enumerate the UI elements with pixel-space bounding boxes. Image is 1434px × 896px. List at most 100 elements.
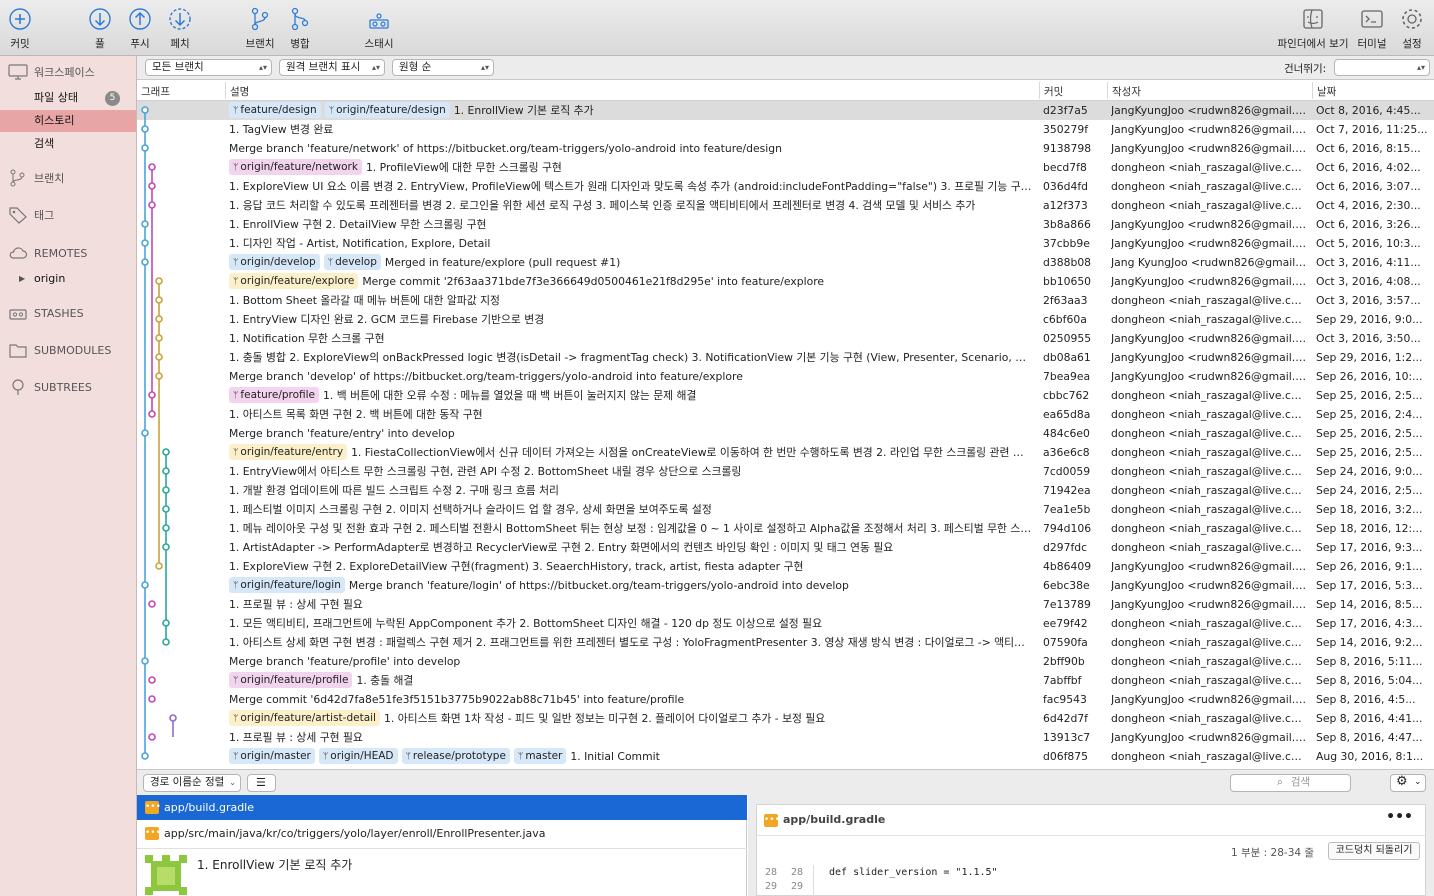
subtrees-section[interactable]: SUBTREES [8, 378, 92, 396]
commit-row[interactable]: 1. 아티스트 목록 화면 구현 2. 백 버튼에 대한 동작 구현 ea65d8… [137, 405, 1434, 424]
sidebar-item-search[interactable]: 검색 [0, 133, 136, 155]
commit-row[interactable]: ᛘ origin/feature/explore Merge commit '2f6… [137, 272, 1434, 291]
branch-icon: ᛘ [328, 106, 335, 116]
commit-row[interactable]: ᛘ feature/design ᛘ origin/feature/design 1. … [137, 101, 1434, 120]
fetch-button[interactable]: 페치 [166, 6, 194, 51]
branch-tag[interactable]: ᛘ feature/design [229, 102, 321, 118]
commit-message: 1. ArtistAdapter -> PerformAdapter로 변경하고… [229, 541, 894, 554]
branch-tag[interactable]: ᛘ origin/feature/profile [229, 672, 353, 688]
commit-message: 1. TagView 변경 완료 [229, 123, 334, 136]
tags-section[interactable]: 태그 [8, 206, 54, 224]
terminal-button[interactable]: 터미널 [1356, 6, 1388, 51]
commit-row[interactable]: 1. ArtistAdapter -> PerformAdapter로 변경하고… [137, 538, 1434, 557]
commit-row[interactable]: 1. EntryView에서 아티스트 무한 스크롤링 구현, 관련 API 수… [137, 462, 1434, 481]
branch-tag[interactable]: ᛘ origin/feature/design [324, 102, 450, 118]
sidebar-item-history[interactable]: 히스토리 [0, 110, 136, 132]
commit-button[interactable]: 커밋 [6, 6, 34, 51]
col-description[interactable]: 설명 [230, 84, 249, 99]
push-button[interactable]: 푸시 [126, 6, 154, 51]
commit-row[interactable]: ᛘ origin/feature/profile 1. 충돌 해결 7abffbf do… [137, 671, 1434, 690]
branch-tag[interactable]: ᛘ feature/profile [229, 387, 320, 403]
commit-row[interactable]: ᛘ origin/feature/artist-detail 1. 아티스트 화면 … [137, 709, 1434, 728]
commit-row[interactable]: Merge commit '6d42d7fa8e51fe3f5151b3775b… [137, 690, 1434, 709]
branch-icon: ᛘ [233, 163, 239, 173]
commit-row[interactable]: ᛘ origin/feature/entry 1. FiestaCollection… [137, 443, 1434, 462]
commit-row[interactable]: 1. 메뉴 레이아웃 구성 및 전환 효과 구현 2. 페스티벌 전환시 Bot… [137, 519, 1434, 538]
col-author[interactable]: 작성자 [1112, 84, 1141, 99]
commit-row[interactable]: 1. Bottom Sheet 올라갈 때 메뉴 버튼에 대한 알파값 지정 2f… [137, 291, 1434, 310]
commit-description: ᛘ origin/feature/login Merge branch 'featu… [229, 576, 1032, 595]
commit-row[interactable]: 1. TagView 변경 완료 350279f JangKyungJoo <rud… [137, 120, 1434, 139]
branch-tag[interactable]: ᛘ origin/feature/login [229, 577, 345, 593]
workspace-section[interactable]: 워크스페이스 [8, 63, 95, 81]
commit-date: Sep 17, 2016, 5:3... [1316, 579, 1423, 592]
commit-row[interactable]: Merge branch 'develop' of https://bitbuc… [137, 367, 1434, 386]
branch-tag[interactable]: ᛘ origin/develop [229, 254, 320, 270]
branch-tag[interactable]: ᛘ origin/feature/explore [229, 273, 359, 289]
commit-row[interactable]: 1. 응답 코드 처리할 수 있도록 프레젠터를 변경 2. 로그인을 위한 세… [137, 196, 1434, 215]
commit-row[interactable]: 1. Notification 무한 스크롤 구현 0250955 JangKyun… [137, 329, 1434, 348]
branch-filter-select[interactable]: 모든 브랜치 ▴▾ [145, 59, 272, 76]
branch-tag[interactable]: ᛘ origin/feature/artist-detail [229, 710, 380, 726]
branch-tag-label: origin/feature/explore [240, 275, 355, 287]
file-item[interactable]: ••• app/build.gradle [137, 795, 747, 820]
commit-row[interactable]: 1. 아티스트 상세 화면 구현 변경 : 패럴렉스 구현 제거 2. 프래그먼… [137, 633, 1434, 652]
commit-node [148, 391, 156, 399]
remotes-section[interactable]: REMOTES [8, 244, 87, 262]
commit-row[interactable]: 1. ExploreView UI 요소 이름 변경 2. EntryView,… [137, 177, 1434, 196]
commit-row[interactable]: 1. 모든 액티비티, 프래그먼트에 누락된 AppComponent 추가 2… [137, 614, 1434, 633]
submodules-section[interactable]: SUBMODULES [8, 341, 111, 359]
settings-button[interactable]: 설정 [1398, 6, 1426, 51]
stash-button[interactable]: 스태시 [362, 6, 396, 51]
commit-description: 1. Notification 무한 스크롤 구현 [229, 329, 1032, 348]
commit-row[interactable]: 1. 프로필 뷰 : 상세 구현 필요 13913c7 JangKyungJoo <… [137, 728, 1434, 747]
commit-row[interactable]: 1. 페스티벌 이미지 스크롤링 구현 2. 이미지 선택하거나 슬라이드 업 … [137, 500, 1434, 519]
commit-row[interactable]: 1. 프로필 뷰 : 상세 구현 필요 7e13789 JangKyungJoo <… [137, 595, 1434, 614]
commit-row[interactable]: 1. EntryView 디자인 완료 2. GCM 코드를 Firebase … [137, 310, 1434, 329]
branches-section[interactable]: 브랜치 [8, 169, 64, 187]
branch-button[interactable]: 브랜치 [244, 6, 276, 51]
sidebar-item-file-status[interactable]: 파일 상태 5 [0, 87, 136, 109]
branch-tag[interactable]: ᛘ origin/HEAD [318, 748, 398, 764]
disclosure-triangle-icon[interactable]: ▶ [19, 268, 25, 290]
sort-select[interactable]: 경로 이름순 정렬 ⌄ [143, 774, 241, 792]
stashes-section[interactable]: STASHES [8, 304, 84, 322]
order-select[interactable]: 원형 순 ▴▾ [392, 59, 494, 76]
commit-row[interactable]: 1. 개발 환경 업데이트에 따른 빌드 스크립트 수정 2. 구매 링크 흐름… [137, 481, 1434, 500]
commit-row[interactable]: Merge branch 'feature/network' of https:… [137, 139, 1434, 158]
branch-tag[interactable]: ᛘ release/prototype [401, 748, 510, 764]
show-in-finder-button[interactable]: 파인더에서 보기 [1276, 6, 1350, 51]
commit-row[interactable]: ᛘ origin/feature/login Merge branch 'featu… [137, 576, 1434, 595]
col-graph[interactable]: 그래프 [141, 84, 170, 99]
revert-hunk-button[interactable]: 코드덩치 되돌리기 [1328, 842, 1420, 860]
branch-tag[interactable]: ᛘ origin/feature/network [229, 159, 362, 175]
commit-row[interactable]: Merge branch 'feature/profile' into deve… [137, 652, 1434, 671]
commit-row[interactable]: Merge branch 'feature/entry' into develo… [137, 424, 1434, 443]
commit-row[interactable]: ᛘ origin/master ᛘ origin/HEAD ᛘ release/proto… [137, 747, 1434, 766]
col-date[interactable]: 날짜 [1317, 84, 1336, 99]
options-gear-button[interactable]: ⚙ ⌄ [1390, 774, 1426, 792]
commit-row[interactable]: 1. EnrollView 구현 2. DetailView 무한 스크롤링 구… [137, 215, 1434, 234]
commit-hash: 6d42d7f [1043, 712, 1088, 725]
sidebar-item-origin[interactable]: ▶ origin [0, 268, 136, 290]
commit-row[interactable]: 1. ExploreView 구현 2. ExploreDetailView 구… [137, 557, 1434, 576]
more-icon[interactable]: ••• [1386, 809, 1413, 825]
remote-branch-select[interactable]: 원격 브랜치 표시 ▴▾ [279, 59, 385, 76]
commit-message: 1. Notification 무한 스크롤 구현 [229, 332, 385, 345]
branch-tag[interactable]: ᛘ master [513, 748, 567, 764]
branch-tag[interactable]: ᛘ origin/feature/entry [229, 444, 348, 460]
commit-row[interactable]: ᛘ origin/develop ᛘ develop Merged in feature… [137, 253, 1434, 272]
merge-button[interactable]: 병합 [285, 6, 315, 51]
branch-tag[interactable]: ᛘ origin/master [229, 748, 315, 764]
commit-row[interactable]: ᛘ origin/feature/network 1. ProfileView에 대… [137, 158, 1434, 177]
file-item[interactable]: ••• app/src/main/java/kr/co/triggers/yolo… [137, 821, 747, 846]
list-view-button[interactable]: ☰ [247, 774, 276, 792]
commit-row[interactable]: ᛘ feature/profile 1. 백 버튼에 대한 오류 수정 : 메뉴를 … [137, 386, 1434, 405]
commit-row[interactable]: 1. 충돌 병합 2. ExploreView의 onBackPressed l… [137, 348, 1434, 367]
col-commit[interactable]: 커밋 [1044, 84, 1063, 99]
commit-row[interactable]: 1. 디자인 작업 - Artist, Notification, Explor… [137, 234, 1434, 253]
jump-select[interactable]: ▴▾ [1334, 59, 1430, 76]
branch-tag[interactable]: ᛘ develop [323, 254, 381, 270]
file-search-input[interactable]: ⌕ 검색 [1230, 774, 1351, 792]
pull-button[interactable]: 풀 [87, 6, 113, 51]
